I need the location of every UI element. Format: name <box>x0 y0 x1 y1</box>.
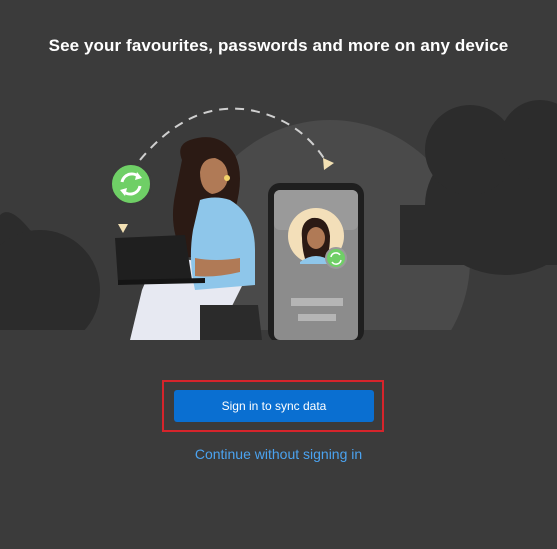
continue-without-signing-in-link[interactable]: Continue without signing in <box>0 446 557 462</box>
arc-arrow-left <box>118 224 128 233</box>
phone-illustration <box>268 183 364 340</box>
page-title: See your favourites, passwords and more … <box>48 36 509 55</box>
sign-in-button[interactable]: Sign in to sync data <box>174 390 374 422</box>
sync-welcome-page: See your favourites, passwords and more … <box>0 0 557 549</box>
sync-icon <box>110 163 152 205</box>
